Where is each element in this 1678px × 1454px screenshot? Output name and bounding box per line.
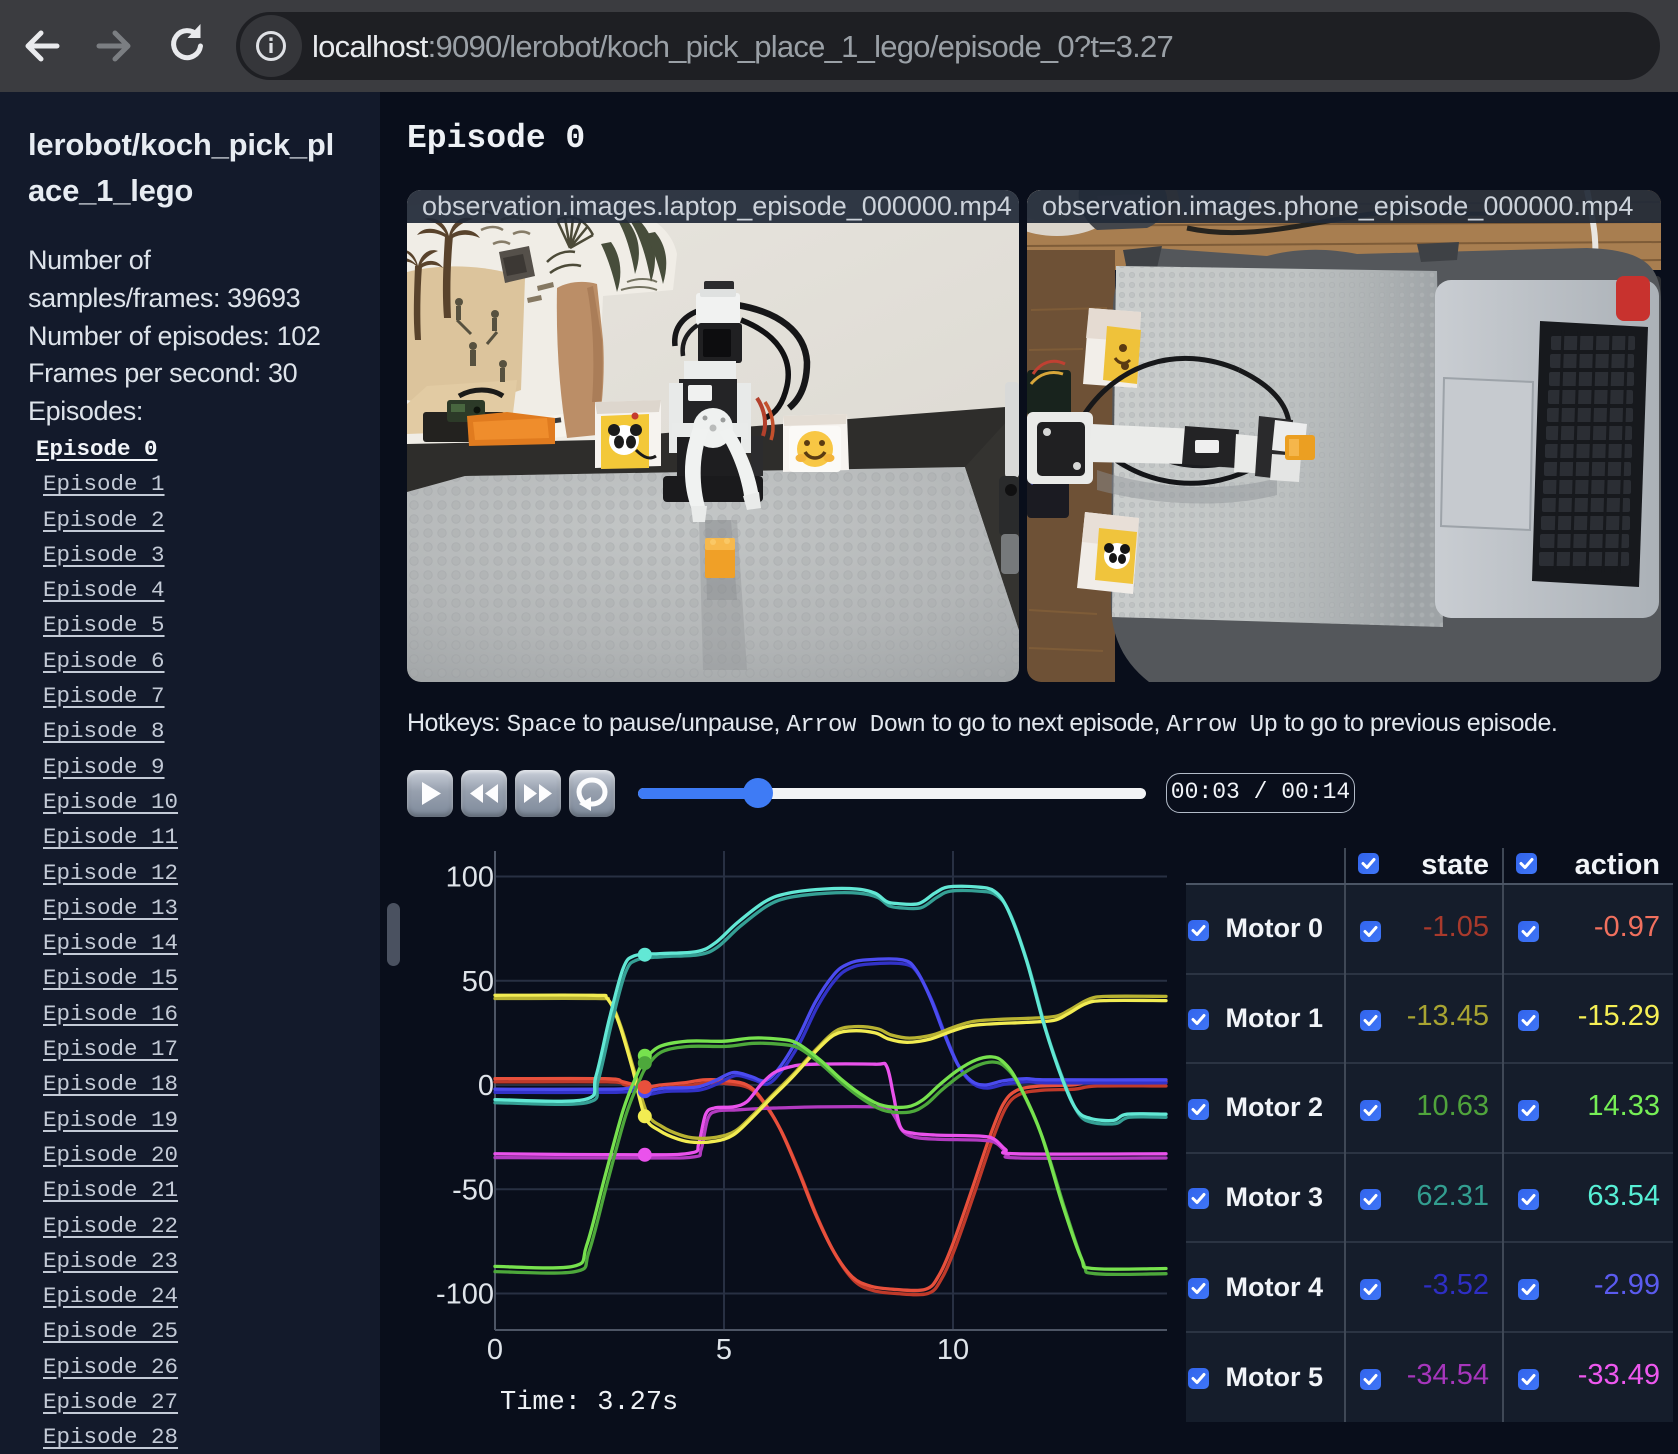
svg-text:100: 100 [446, 862, 494, 894]
svg-text:-50: -50 [452, 1174, 494, 1206]
svg-text:5: 5 [716, 1334, 732, 1366]
svg-text:10: 10 [937, 1334, 969, 1366]
svg-text:0: 0 [487, 1334, 503, 1366]
svg-text:50: 50 [462, 966, 494, 998]
svg-text:0: 0 [478, 1070, 494, 1102]
svg-text:-100: -100 [436, 1279, 494, 1311]
